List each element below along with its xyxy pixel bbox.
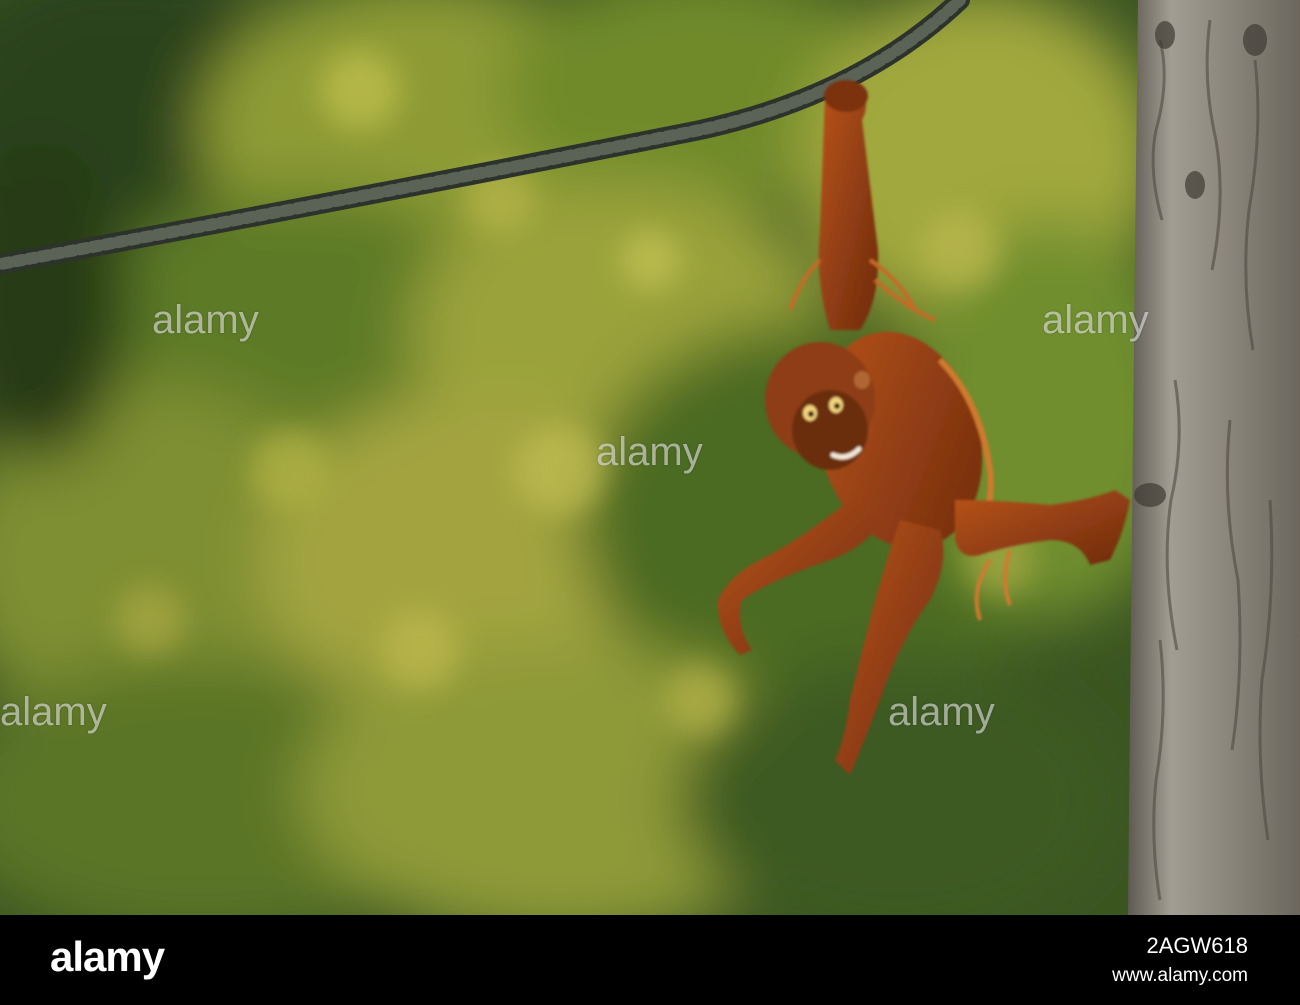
- photo: alamy alamy alamy alamy alamy alamy: [0, 0, 1300, 915]
- alamy-logo: alamy: [50, 933, 165, 980]
- watermark-text: alamy: [596, 430, 703, 474]
- image-id: 2AGW618: [1146, 933, 1249, 958]
- watermark-text: alamy: [0, 690, 107, 734]
- watermark-text: alamy: [152, 298, 259, 342]
- watermark-text: alamy: [1042, 298, 1149, 342]
- image-stage: alamy alamy alamy alamy alamy alamy alam…: [0, 0, 1300, 1005]
- footer-bar: alamy 2AGW618 www.alamy.com: [0, 915, 1300, 1005]
- watermark-text: alamy: [888, 690, 995, 734]
- site-url: www.alamy.com: [1112, 965, 1248, 986]
